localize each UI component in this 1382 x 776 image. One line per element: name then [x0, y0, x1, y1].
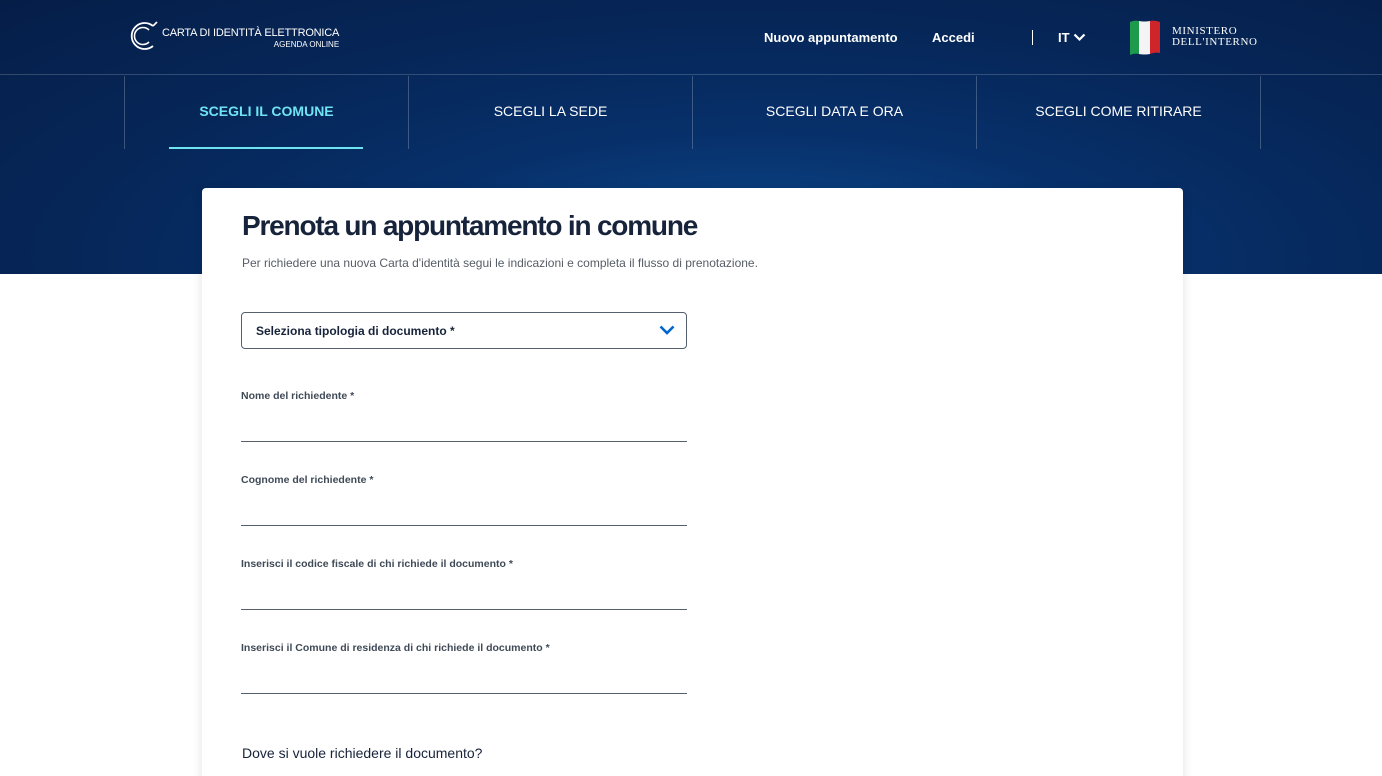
residence-municipality-field[interactable] — [241, 664, 687, 694]
language-label: IT — [1058, 30, 1070, 45]
tax-code-group: Inserisci il codice fiscale di chi richi… — [241, 558, 687, 610]
first-name-label: Nome del richiedente * — [241, 390, 355, 402]
first-name-field[interactable] — [241, 412, 687, 442]
logo-title: CARTA DI IDENTITÀ ELETTRONICA — [162, 27, 340, 39]
ministry-line2: DELL'INTERNO — [1172, 36, 1258, 48]
last-name-group: Cognome del richiedente * — [241, 474, 687, 526]
document-type-label: Seleziona tipologia di documento * — [256, 323, 455, 338]
last-name-field[interactable] — [241, 496, 687, 526]
first-name-group: Nome del richiedente * — [241, 390, 687, 442]
ministry-logo[interactable]: MINISTERO DELL'INTERNO — [1128, 18, 1258, 56]
document-type-select[interactable]: Seleziona tipologia di documento * — [241, 312, 687, 349]
cie-logo[interactable]: CARTA DI IDENTITÀ ELETTRONICA AGENDA ONL… — [128, 18, 339, 54]
chevron-down-icon — [1073, 33, 1085, 42]
residence-municipality-group: Inserisci il Comune di residenza di chi … — [241, 642, 687, 694]
top-navigation-bar: CARTA DI IDENTITÀ ELETTRONICA AGENDA ONL… — [0, 0, 1382, 75]
booking-steps: SCEGLI IL COMUNE SCEGLI LA SEDE SCEGLI D… — [124, 76, 1261, 149]
italian-flag-icon — [1130, 20, 1160, 56]
location-question: Dove si vuole richiedere il documento? — [242, 745, 483, 761]
logo-subtitle: AGENDA ONLINE — [273, 40, 340, 49]
language-selector[interactable]: IT — [1058, 30, 1086, 45]
chevron-down-icon — [659, 325, 675, 335]
step-choose-pickup[interactable]: SCEGLI COME RITIRARE — [976, 76, 1261, 149]
nav-separator — [1032, 30, 1033, 45]
step-choose-municipality[interactable]: SCEGLI IL COMUNE — [124, 76, 408, 149]
login-link[interactable]: Accedi — [932, 30, 975, 45]
tax-code-label: Inserisci il codice fiscale di chi richi… — [241, 558, 513, 570]
residence-municipality-label: Inserisci il Comune di residenza di chi … — [241, 642, 550, 654]
booking-form-card: Prenota un appuntamento in comune Per ri… — [202, 188, 1183, 776]
page-subtitle: Per richiedere una nuova Carta d'identit… — [242, 256, 758, 270]
page-title: Prenota un appuntamento in comune — [242, 210, 698, 241]
step-choose-date-time[interactable]: SCEGLI DATA E ORA — [692, 76, 976, 149]
tax-code-field[interactable] — [241, 580, 687, 610]
last-name-label: Cognome del richiedente * — [241, 474, 374, 486]
step-choose-office[interactable]: SCEGLI LA SEDE — [408, 76, 692, 149]
new-appointment-link[interactable]: Nuovo appuntamento — [764, 30, 898, 45]
cie-logo-icon — [130, 21, 158, 50]
